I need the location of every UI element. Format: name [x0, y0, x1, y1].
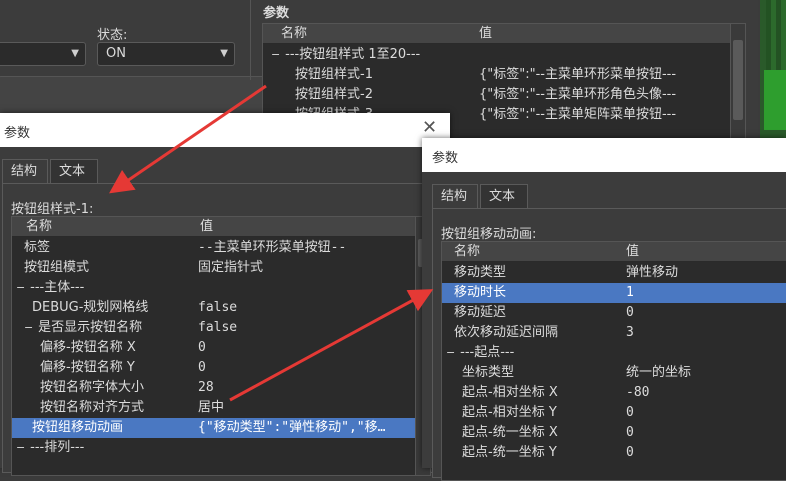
arrow-to-dialog1	[109, 84, 267, 194]
annotation-arrows	[109, 84, 434, 402]
arrow-to-dialog2	[229, 289, 434, 402]
